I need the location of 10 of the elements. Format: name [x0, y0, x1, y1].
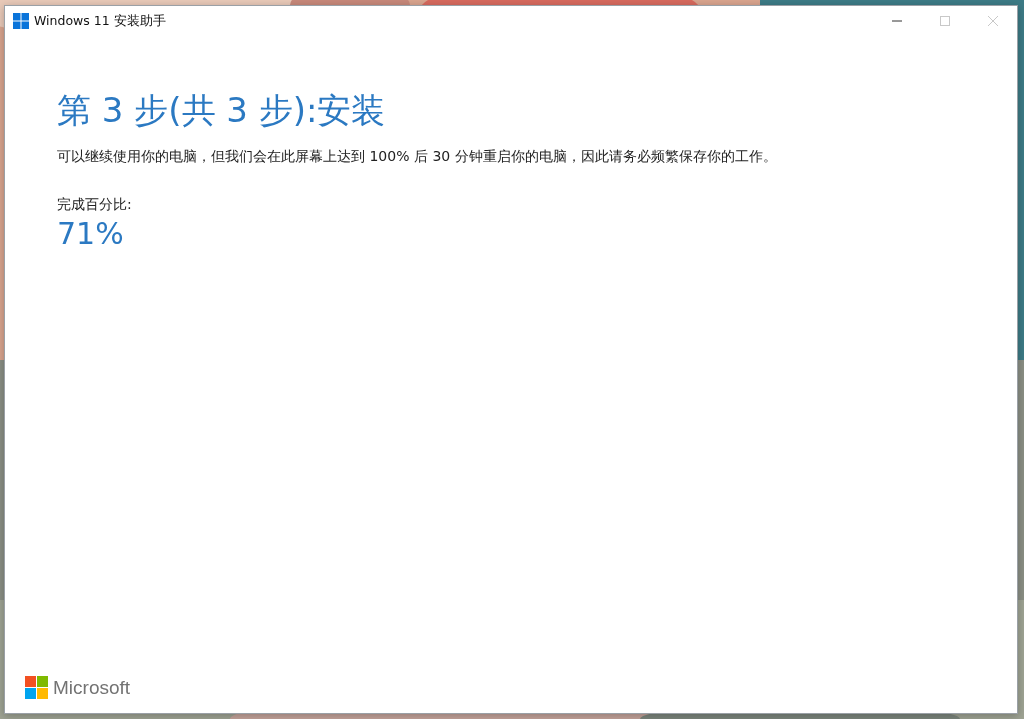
brand-name: Microsoft	[53, 676, 131, 699]
progress-label: 完成百分比:	[57, 196, 133, 214]
close-icon	[988, 16, 998, 26]
maximize-icon	[940, 16, 950, 26]
description-text: 可以继续使用你的电脑，但我们会在此屏幕上达到 100% 后 30 分钟重启你的电脑，因此请务必频繁保存你的工作。	[57, 148, 778, 166]
windows-logo-icon	[13, 13, 29, 29]
step-heading: 第 3 步(共 3 步):安装	[57, 89, 387, 132]
progress-percentage: 71%	[57, 216, 125, 252]
microsoft-logo-icon	[25, 676, 48, 699]
window-title: Windows 11 安装助手	[34, 12, 166, 30]
